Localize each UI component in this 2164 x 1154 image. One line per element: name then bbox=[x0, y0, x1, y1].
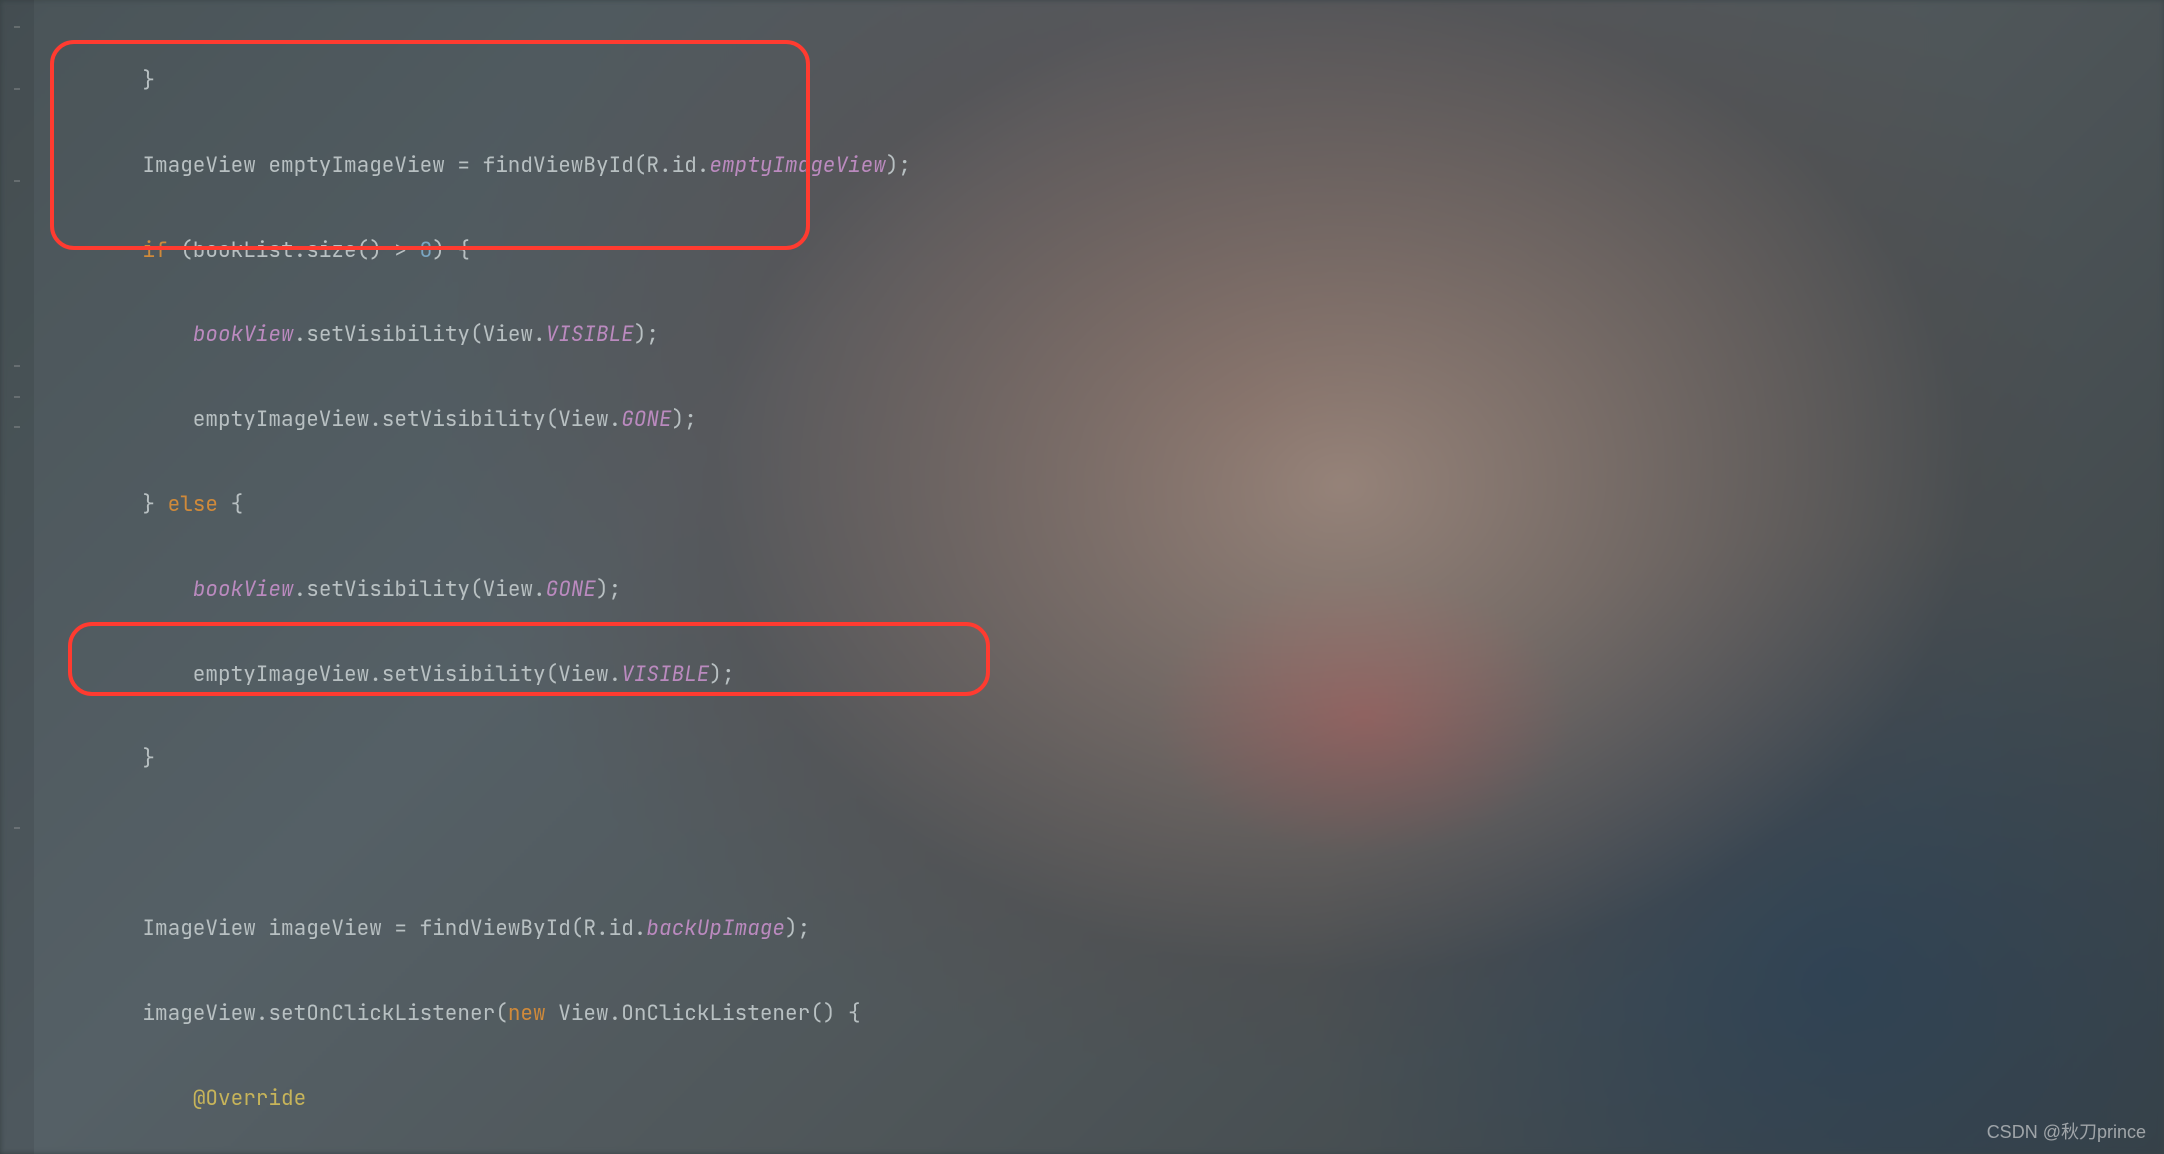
code-line: if (bookList.size() > 0) { bbox=[92, 236, 2164, 267]
code-editor[interactable]: } ImageView emptyImageView = findViewByI… bbox=[0, 0, 2164, 1154]
code-line: } bbox=[92, 744, 2164, 775]
code-line: ImageView imageView = findViewById(R.id.… bbox=[92, 914, 2164, 945]
code-line bbox=[92, 829, 2164, 860]
code-line: @Override bbox=[92, 1084, 2164, 1115]
code-line: } else { bbox=[92, 490, 2164, 521]
code-line: bookView.setVisibility(View.GONE); bbox=[92, 575, 2164, 606]
watermark-text: CSDN @秋刀prince bbox=[1987, 1118, 2146, 1144]
code-line: emptyImageView.setVisibility(View.VISIBL… bbox=[92, 660, 2164, 691]
code-line: } bbox=[92, 66, 2164, 97]
code-line: emptyImageView.setVisibility(View.GONE); bbox=[92, 405, 2164, 436]
code-line: ImageView emptyImageView = findViewById(… bbox=[92, 151, 2164, 182]
code-line: bookView.setVisibility(View.VISIBLE); bbox=[92, 320, 2164, 351]
code-line: imageView.setOnClickListener(new View.On… bbox=[92, 999, 2164, 1030]
